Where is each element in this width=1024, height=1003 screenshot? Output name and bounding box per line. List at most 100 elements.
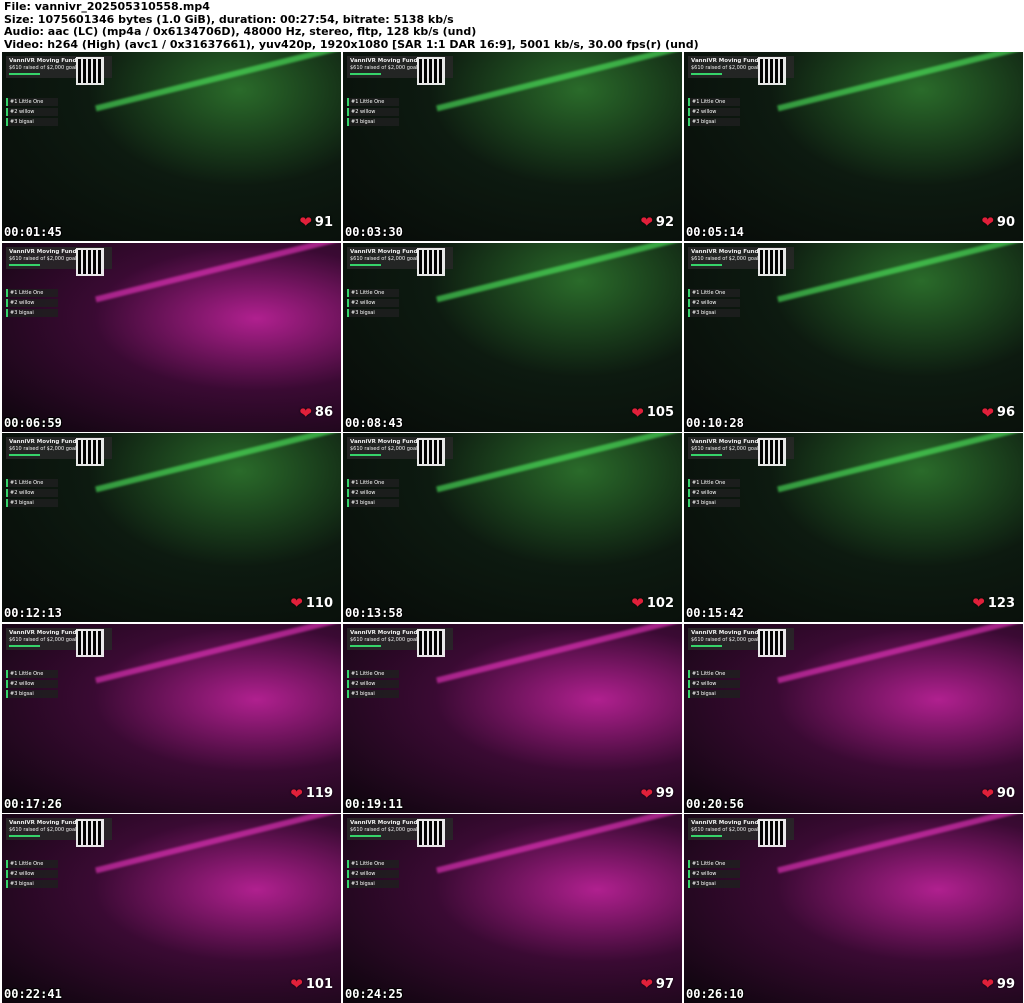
fund-progress-bar: [350, 263, 381, 266]
leaderboard-item: #1 Little One: [6, 98, 58, 106]
leaderboard: #1 Little One #2 willow #3 bigsai: [688, 288, 740, 319]
fund-progress-bar: [9, 454, 40, 456]
leaderboard-item: #3 bigsai: [347, 880, 399, 888]
heart-icon: ❤: [640, 784, 653, 803]
like-counter: ❤ 91: [299, 213, 333, 231]
leaderboard: #1 Little One #2 willow #3 bigsai: [347, 669, 399, 700]
heart-icon: ❤: [631, 403, 644, 422]
neon-light-decoration: [436, 623, 682, 683]
leaderboard-item: #3 bigsai: [6, 499, 58, 507]
qr-code-icon: [76, 628, 104, 657]
video-frame-thumbnail[interactable]: VanniVR Moving Fund $610 raised of $2,00…: [343, 623, 682, 813]
qr-code-icon: [758, 628, 786, 657]
frame-timestamp: 00:12:13: [4, 606, 62, 620]
leaderboard-item: #2 willow: [6, 679, 58, 688]
neon-light-decoration: [777, 623, 1023, 683]
leaderboard: #1 Little One #2 willow #3 bigsai: [688, 669, 740, 700]
thumbnail-grid: VanniVR Moving Fund $610 raised of $2,00…: [2, 52, 1023, 1003]
leaderboard-item: #2 willow: [6, 108, 58, 116]
like-counter: ❤ 101: [290, 975, 333, 993]
neon-light-decoration: [95, 814, 341, 874]
frame-timestamp: 00:19:11: [345, 796, 403, 811]
like-count: 105: [646, 405, 674, 420]
leaderboard-item: #2 willow: [347, 298, 399, 307]
frame-timestamp: 00:06:59: [4, 415, 62, 430]
video-frame-thumbnail[interactable]: VanniVR Moving Fund $610 raised of $2,00…: [343, 814, 682, 1003]
leaderboard-item: #1 Little One: [688, 98, 740, 106]
heart-icon: ❤: [981, 975, 994, 993]
leaderboard: #1 Little One #2 willow #3 bigsai: [6, 669, 58, 700]
video-frame-thumbnail[interactable]: VanniVR Moving Fund $610 raised of $2,00…: [2, 242, 341, 432]
heart-icon: ❤: [299, 213, 312, 231]
leaderboard-item: #2 willow: [347, 679, 399, 688]
frame-timestamp: 00:22:41: [4, 987, 62, 1001]
leaderboard-item: #2 willow: [347, 870, 399, 878]
like-count: 123: [987, 595, 1015, 611]
neon-light-decoration: [95, 623, 341, 683]
like-counter: ❤ 105: [631, 404, 674, 422]
video-frame-thumbnail[interactable]: VanniVR Moving Fund $610 raised of $2,00…: [343, 242, 682, 432]
neon-light-decoration: [777, 433, 1023, 493]
qr-code-icon: [417, 628, 445, 657]
qr-code-icon: [76, 438, 104, 466]
fund-progress-bar: [691, 835, 722, 837]
frame-timestamp: 00:13:58: [345, 606, 403, 620]
frame-timestamp: 00:01:45: [4, 225, 62, 239]
leaderboard-item: #3 bigsai: [347, 118, 399, 126]
video-frame-thumbnail[interactable]: VanniVR Moving Fund $610 raised of $2,00…: [684, 623, 1023, 813]
leaderboard-item: #3 bigsai: [688, 499, 740, 507]
fund-progress-bar: [691, 263, 722, 266]
leaderboard-item: #3 bigsai: [347, 689, 399, 698]
fund-progress-bar: [350, 454, 381, 456]
video-frame-thumbnail[interactable]: VanniVR Moving Fund $610 raised of $2,00…: [684, 52, 1023, 241]
frame-timestamp: 00:03:30: [345, 225, 403, 239]
fund-progress-bar: [350, 835, 381, 837]
leaderboard-item: #1 Little One: [347, 860, 399, 868]
like-counter: ❤ 97: [640, 975, 674, 993]
leaderboard-item: #3 bigsai: [6, 308, 58, 317]
leaderboard: #1 Little One #2 willow #3 bigsai: [347, 98, 399, 128]
neon-light-decoration: [777, 814, 1023, 874]
video-frame-thumbnail[interactable]: VanniVR Moving Fund $610 raised of $2,00…: [684, 814, 1023, 1003]
like-count: 96: [996, 405, 1015, 420]
video-frame-thumbnail[interactable]: VanniVR Moving Fund $610 raised of $2,00…: [2, 623, 341, 813]
fund-progress-bar: [9, 644, 40, 647]
video-frame-thumbnail[interactable]: VanniVR Moving Fund $610 raised of $2,00…: [343, 52, 682, 241]
neon-light-decoration: [436, 433, 682, 493]
video-frame-thumbnail[interactable]: VanniVR Moving Fund $610 raised of $2,00…: [2, 814, 341, 1003]
heart-icon: ❤: [981, 213, 994, 231]
leaderboard-item: #3 bigsai: [347, 308, 399, 317]
frame-timestamp: 00:17:26: [4, 796, 62, 811]
file-info-header: File: vannivr_202505310558.mp4 Size: 107…: [4, 0, 699, 51]
leaderboard-item: #1 Little One: [6, 669, 58, 678]
video-frame-thumbnail[interactable]: VanniVR Moving Fund $610 raised of $2,00…: [343, 433, 682, 622]
neon-light-decoration: [777, 52, 1023, 112]
like-counter: ❤ 119: [290, 785, 333, 803]
leaderboard-item: #1 Little One: [6, 860, 58, 868]
leaderboard-item: #3 bigsai: [347, 499, 399, 507]
like-counter: ❤ 92: [640, 213, 674, 231]
qr-code-icon: [76, 57, 104, 85]
leaderboard: #1 Little One #2 willow #3 bigsai: [347, 860, 399, 890]
like-counter: ❤ 99: [640, 785, 674, 803]
fund-progress-bar: [691, 73, 722, 75]
heart-icon: ❤: [631, 594, 644, 612]
like-counter: ❤ 90: [981, 213, 1015, 231]
video-frame-thumbnail[interactable]: VanniVR Moving Fund $610 raised of $2,00…: [684, 242, 1023, 432]
frame-timestamp: 00:20:56: [686, 796, 744, 811]
like-counter: ❤ 96: [981, 404, 1015, 422]
frame-timestamp: 00:08:43: [345, 415, 403, 430]
video-frame-thumbnail[interactable]: VanniVR Moving Fund $610 raised of $2,00…: [684, 433, 1023, 622]
qr-code-icon: [417, 57, 445, 85]
qr-code-icon: [76, 247, 104, 276]
leaderboard-item: #2 willow: [688, 489, 740, 497]
video-frame-thumbnail[interactable]: VanniVR Moving Fund $610 raised of $2,00…: [2, 52, 341, 241]
video-frame-thumbnail[interactable]: VanniVR Moving Fund $610 raised of $2,00…: [2, 433, 341, 622]
file-name: File: vannivr_202505310558.mp4: [4, 0, 210, 13]
qr-code-icon: [758, 247, 786, 276]
video-info: Video: h264 (High) (avc1 / 0x31637661), …: [4, 37, 699, 51]
like-count: 99: [655, 786, 674, 801]
frame-timestamp: 00:26:10: [686, 987, 744, 1001]
heart-icon: ❤: [981, 784, 994, 803]
leaderboard-item: #1 Little One: [688, 479, 740, 487]
